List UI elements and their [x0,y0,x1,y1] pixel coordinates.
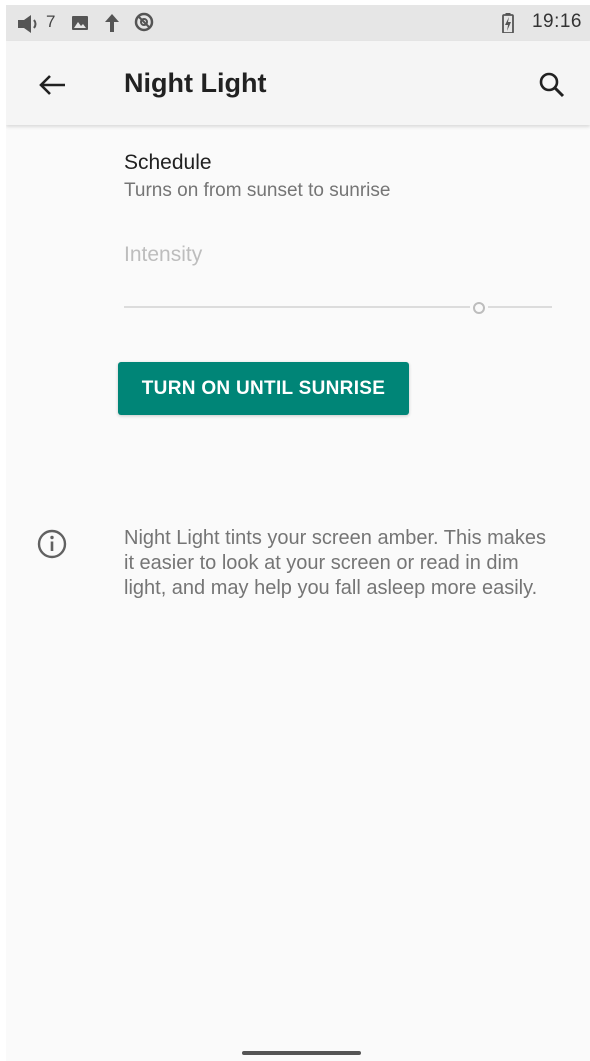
page-title: Night Light [124,68,267,98]
night-light-description: Night Light tints your screen amber. Thi… [124,527,547,599]
status-time: 19:16 [531,11,582,32]
info-icon [37,529,67,559]
search-icon [539,72,565,98]
night-light-screen: 7 19:16 Night Light Schedule Turns on fr… [6,5,590,1061]
image-icon [72,16,88,30]
battery-charging-icon [502,13,514,33]
search-button[interactable] [534,67,570,103]
intensity-label: Intensity [124,243,203,266]
volume-icon [18,15,37,33]
gesture-nav-handle[interactable] [242,1051,361,1055]
slider-track-active [124,306,470,308]
data-saver-icon [134,12,154,32]
schedule-preference[interactable]: Schedule Turns on from sunset to sunrise [124,145,554,215]
schedule-summary: Turns on from sunset to sunrise [124,180,391,201]
arrow-back-icon [39,75,65,95]
back-button[interactable] [34,67,70,103]
volume-level: 7 [46,12,56,31]
slider-track-inactive [488,306,552,308]
schedule-title: Schedule [124,151,212,174]
upload-icon [105,14,119,32]
app-toolbar: Night Light [6,41,590,125]
status-bar: 7 19:16 [6,5,590,41]
intensity-slider[interactable] [124,297,552,317]
slider-thumb[interactable] [473,302,485,314]
turn-on-until-sunrise-button[interactable]: TURN ON UNTIL SUNRISE [118,362,409,415]
